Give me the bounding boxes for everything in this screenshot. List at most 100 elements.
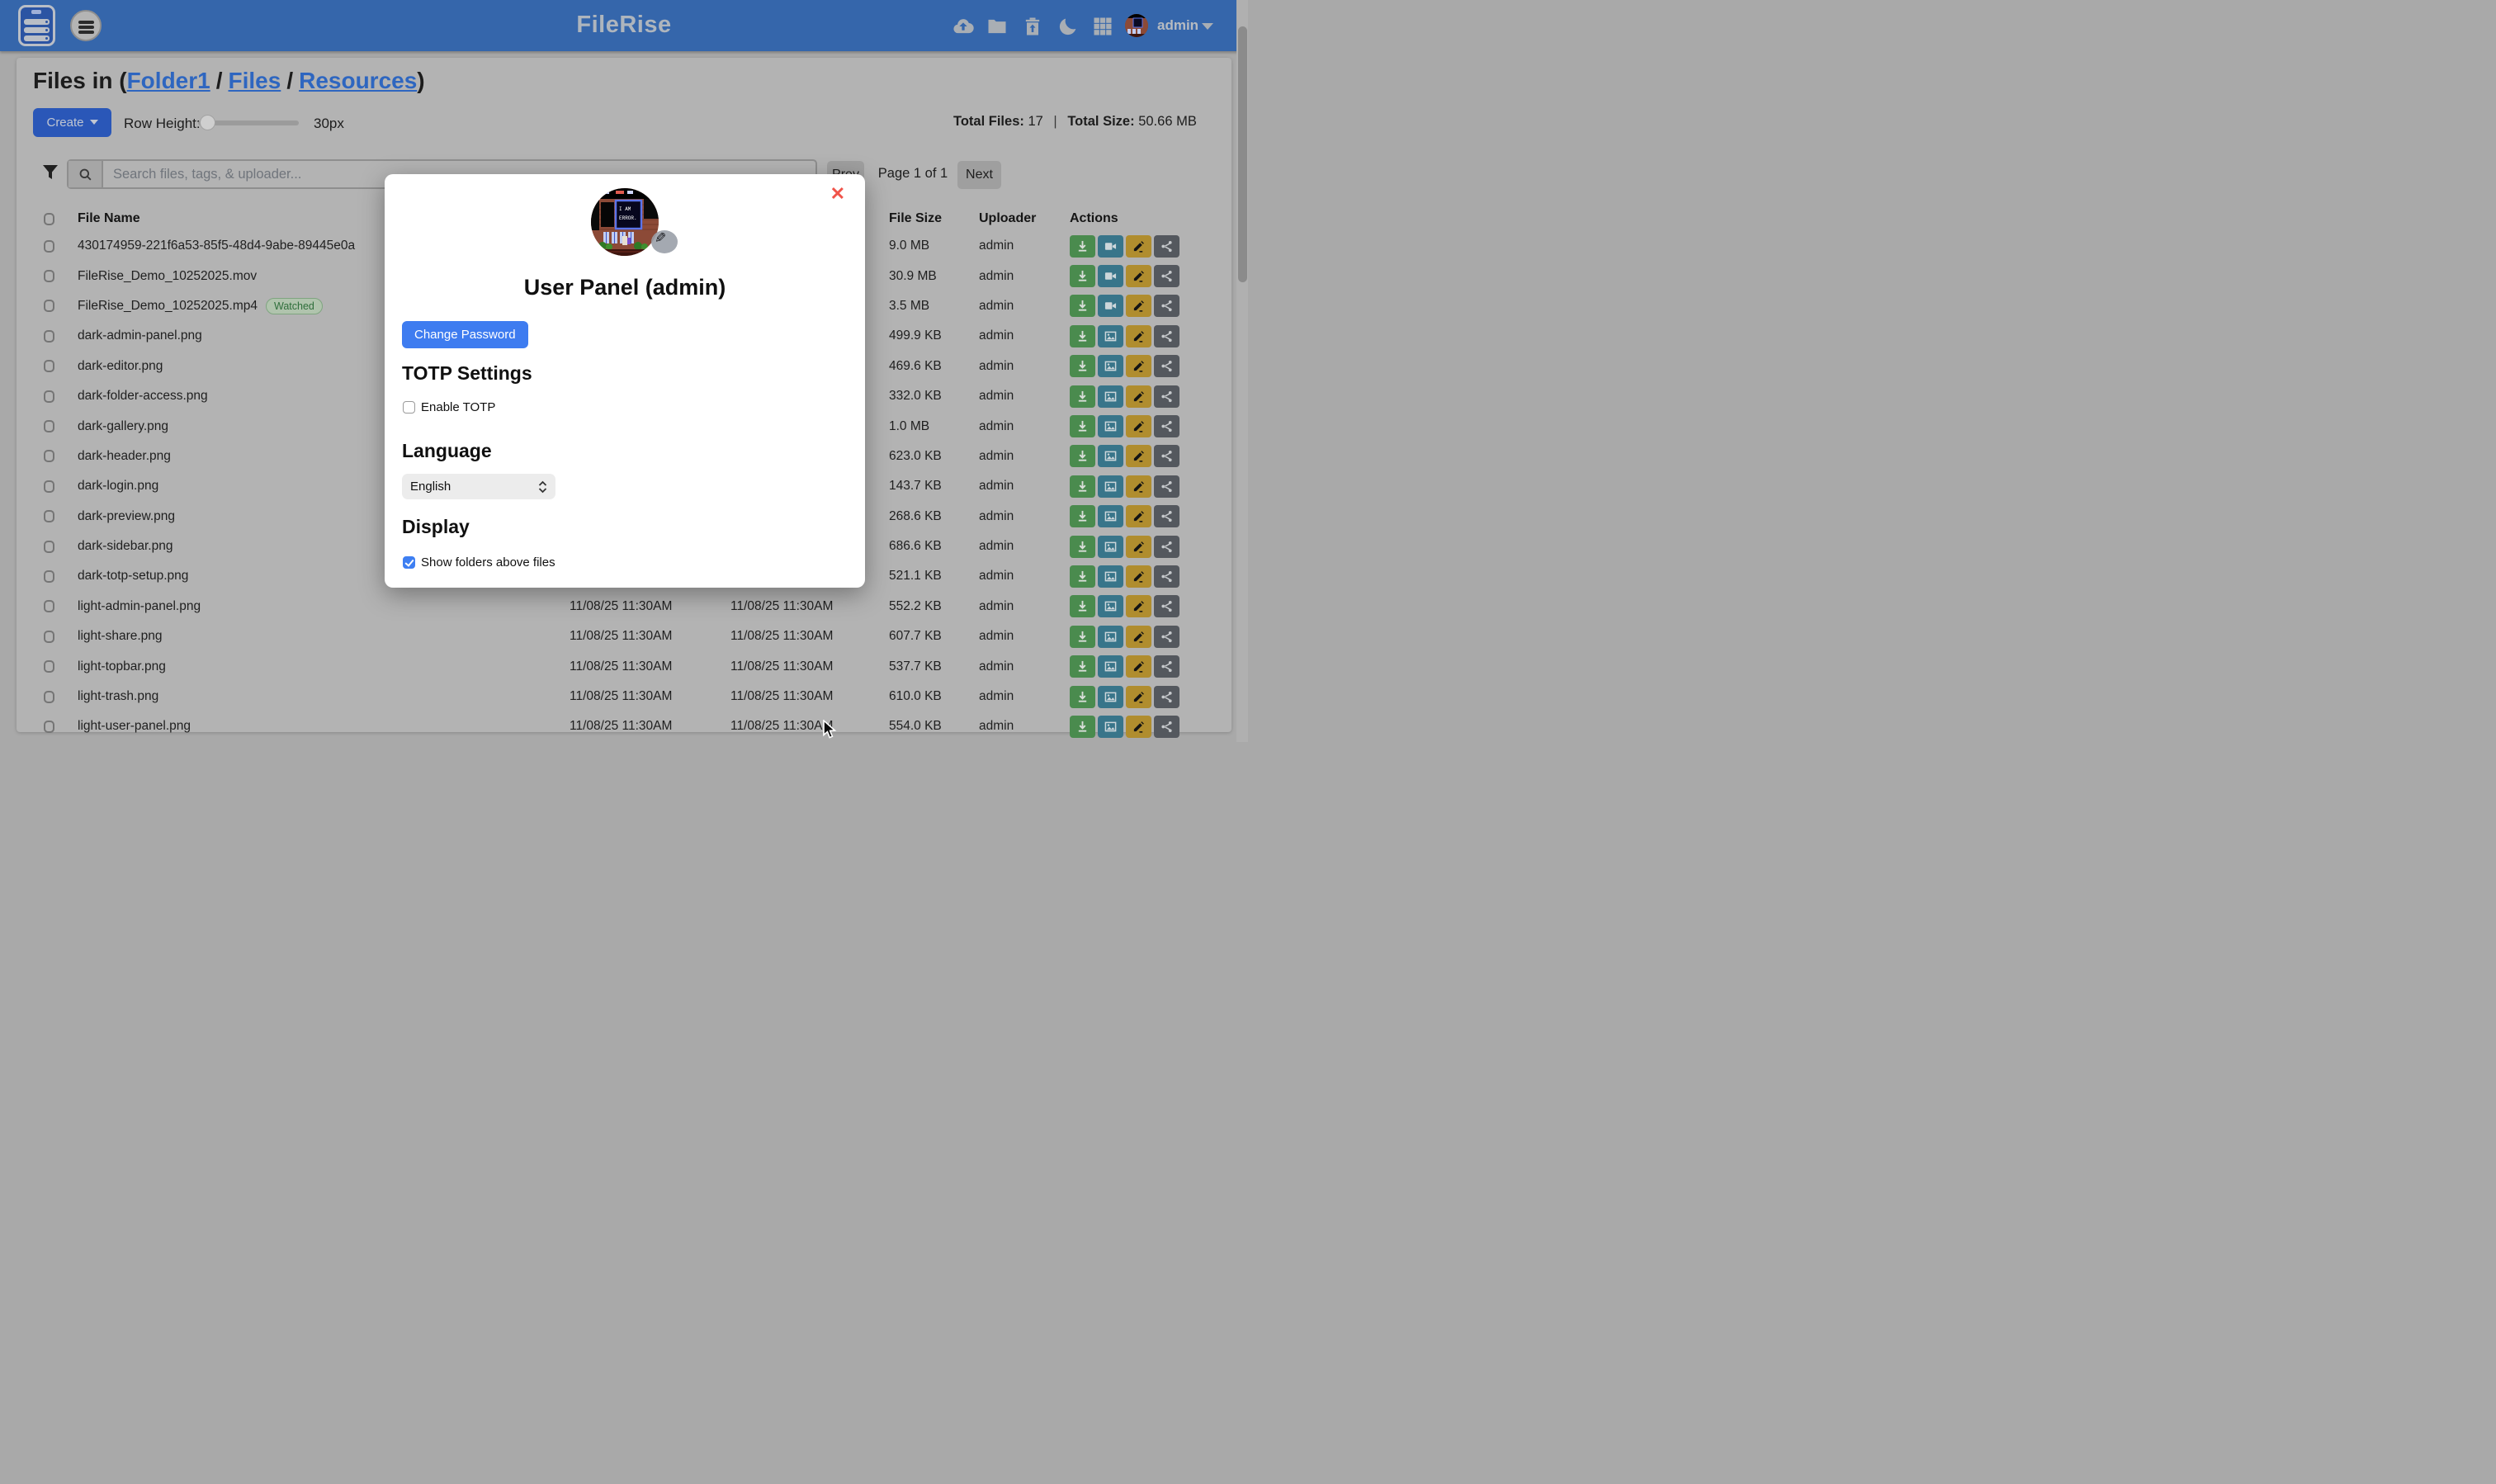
upload-icon[interactable] [952,15,975,38]
file-name[interactable]: light-share.png [78,629,163,644]
show-folders-checkbox[interactable] [403,556,415,569]
row-checkbox[interactable] [44,510,54,522]
grid-icon[interactable] [1091,15,1114,38]
preview-button[interactable] [1098,325,1123,347]
download-button[interactable] [1070,265,1095,287]
preview-button[interactable] [1098,445,1123,467]
row-checkbox[interactable] [44,631,54,643]
user-avatar[interactable] [1125,14,1148,37]
edit-button[interactable] [1126,686,1151,708]
row-checkbox[interactable] [44,541,54,553]
trash-icon[interactable] [1021,15,1044,38]
preview-button[interactable] [1098,475,1123,498]
table-row[interactable]: light-topbar.png 11/08/25 11:30AM 11/08/… [40,651,1184,681]
edit-button[interactable] [1126,716,1151,738]
share-button[interactable] [1154,716,1179,738]
file-name[interactable]: 430174959-221f6a53-85f5-48d4-9abe-89445e… [78,239,355,253]
preview-button[interactable] [1098,265,1123,287]
folder-icon[interactable] [986,15,1009,38]
preview-button[interactable] [1098,385,1123,408]
download-button[interactable] [1070,355,1095,377]
edit-button[interactable] [1126,626,1151,648]
preview-button[interactable] [1098,536,1123,558]
next-page-button[interactable]: Next [957,161,1001,189]
edit-button[interactable] [1126,265,1151,287]
share-button[interactable] [1154,475,1179,498]
close-icon[interactable]: ✕ [825,184,850,204]
share-button[interactable] [1154,265,1179,287]
preview-button[interactable] [1098,565,1123,588]
table-row[interactable]: light-trash.png 11/08/25 11:30AM 11/08/2… [40,682,1184,711]
file-name[interactable]: FileRise_Demo_10252025.mp4 [78,299,258,314]
edit-button[interactable] [1126,475,1151,498]
slider-thumb[interactable] [200,115,215,130]
file-name[interactable]: dark-login.png [78,479,158,494]
download-button[interactable] [1070,295,1095,317]
share-button[interactable] [1154,235,1179,258]
file-name[interactable]: FileRise_Demo_10252025.mov [78,269,257,284]
file-name[interactable]: dark-folder-access.png [78,389,208,404]
breadcrumb-link-resources[interactable]: Resources [299,68,417,93]
select-all-checkbox[interactable] [44,213,54,225]
file-name[interactable]: dark-totp-setup.png [78,569,188,584]
download-button[interactable] [1070,325,1095,347]
preview-button[interactable] [1098,655,1123,678]
edit-button[interactable] [1126,505,1151,527]
edit-button[interactable] [1126,355,1151,377]
row-checkbox[interactable] [44,660,54,673]
row-checkbox[interactable] [44,721,54,733]
table-row[interactable]: light-user-panel.png 11/08/25 11:30AM 11… [40,711,1184,741]
download-button[interactable] [1070,445,1095,467]
file-name[interactable]: light-admin-panel.png [78,599,201,614]
dark-mode-icon[interactable] [1057,15,1080,38]
edit-button[interactable] [1126,445,1151,467]
breadcrumb-link-files[interactable]: Files [229,68,281,93]
share-button[interactable] [1154,295,1179,317]
row-checkbox[interactable] [44,270,54,282]
share-button[interactable] [1154,595,1179,617]
download-button[interactable] [1070,686,1095,708]
row-checkbox[interactable] [44,300,54,312]
preview-button[interactable] [1098,716,1123,738]
preview-button[interactable] [1098,686,1123,708]
edit-button[interactable] [1126,536,1151,558]
preview-button[interactable] [1098,235,1123,258]
file-name[interactable]: light-topbar.png [78,659,166,674]
preview-button[interactable] [1098,595,1123,617]
file-name[interactable]: dark-admin-panel.png [78,328,202,343]
scrollbar-track[interactable] [1236,0,1248,742]
create-button[interactable]: Create [33,108,111,137]
language-select[interactable]: English [402,474,555,499]
scrollbar-thumb[interactable] [1238,26,1247,282]
edit-button[interactable] [1126,385,1151,408]
download-button[interactable] [1070,716,1095,738]
share-button[interactable] [1154,445,1179,467]
row-checkbox[interactable] [44,240,54,253]
download-button[interactable] [1070,595,1095,617]
share-button[interactable] [1154,686,1179,708]
download-button[interactable] [1070,565,1095,588]
row-checkbox[interactable] [44,600,54,612]
edit-button[interactable] [1126,565,1151,588]
caret-down-icon[interactable] [1202,23,1213,30]
edit-button[interactable] [1126,295,1151,317]
file-name[interactable]: light-trash.png [78,689,158,704]
avatar-edit-icon[interactable]: ✎ [655,230,666,247]
file-name[interactable]: dark-gallery.png [78,419,168,434]
profile-avatar[interactable]: I AM ERROR. [591,188,659,256]
row-checkbox[interactable] [44,570,54,583]
table-row[interactable]: light-admin-panel.png 11/08/25 11:30AM 1… [40,592,1184,621]
filter-icon[interactable] [40,162,60,183]
download-button[interactable] [1070,505,1095,527]
table-row[interactable]: light-share.png 11/08/25 11:30AM 11/08/2… [40,621,1184,651]
row-height-slider[interactable] [198,121,299,125]
file-name[interactable]: dark-header.png [78,449,171,464]
file-name[interactable]: light-user-panel.png [78,719,191,734]
preview-button[interactable] [1098,505,1123,527]
edit-button[interactable] [1126,235,1151,258]
preview-button[interactable] [1098,415,1123,437]
share-button[interactable] [1154,536,1179,558]
preview-button[interactable] [1098,626,1123,648]
download-button[interactable] [1070,235,1095,258]
share-button[interactable] [1154,355,1179,377]
